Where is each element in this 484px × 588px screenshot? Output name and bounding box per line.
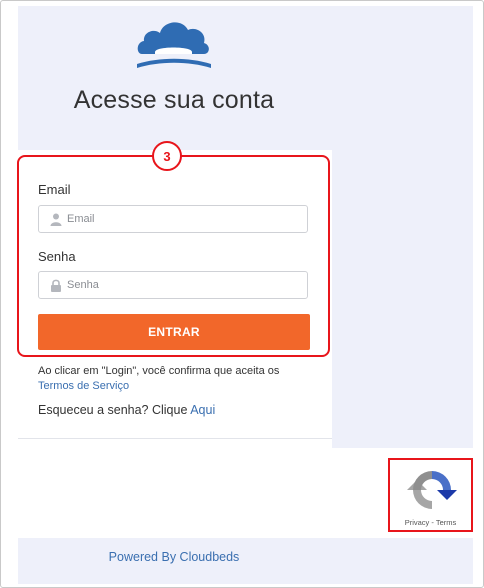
login-submit-button[interactable]: ENTRAR xyxy=(38,314,310,350)
powered-by-link[interactable]: Powered By Cloudbeds xyxy=(109,550,240,564)
email-label: Email xyxy=(38,182,71,197)
powered-by-footer: Powered By Cloudbeds xyxy=(0,550,348,564)
lock-icon xyxy=(51,279,61,292)
password-label: Senha xyxy=(38,249,76,264)
terms-notice-text: Ao clicar em "Login", você confirma que … xyxy=(38,365,280,377)
terms-notice: Ao clicar em "Login", você confirma que … xyxy=(38,364,279,394)
email-input[interactable] xyxy=(67,206,297,232)
page-title: Acesse sua conta xyxy=(73,86,275,114)
email-field-wrapper xyxy=(38,205,308,233)
password-input[interactable] xyxy=(67,272,297,298)
recaptcha-icon xyxy=(407,471,457,509)
recaptcha-badge[interactable]: Privacy - Terms xyxy=(388,458,473,532)
password-field-wrapper xyxy=(38,271,308,299)
card-divider xyxy=(18,438,332,439)
forgot-password-text: Esqueceu a senha? Clique xyxy=(38,403,191,417)
step-number-badge: 3 xyxy=(152,141,182,171)
forgot-password-link[interactable]: Aqui xyxy=(190,403,215,417)
recaptcha-privacy-terms-links[interactable]: Privacy - Terms xyxy=(390,518,471,527)
terms-of-service-link[interactable]: Termos de Serviço xyxy=(38,380,129,392)
forgot-password: Esqueceu a senha? Clique Aqui xyxy=(38,403,215,417)
user-icon xyxy=(50,213,62,226)
cloudbeds-logo-icon xyxy=(137,22,211,68)
